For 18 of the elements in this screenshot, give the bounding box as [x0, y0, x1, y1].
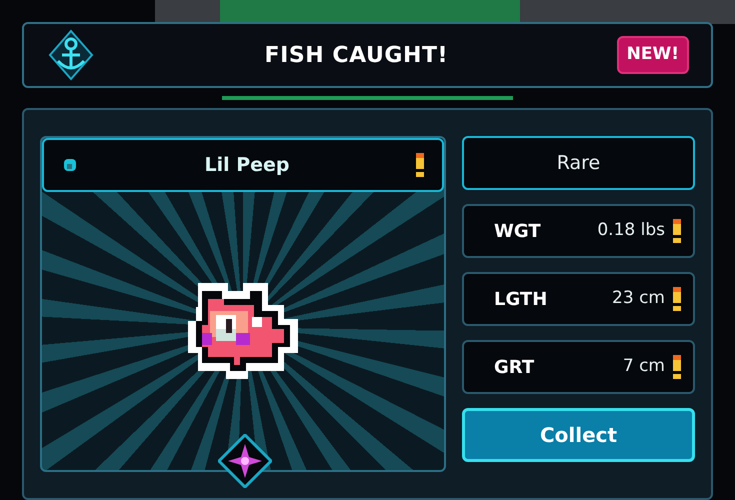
stat-value: 0.18 lbs [596, 219, 665, 242]
exclamation-icon [673, 219, 681, 243]
stat-label: GRT [494, 356, 534, 380]
stat-value: 7 cm [622, 355, 665, 378]
exclamation-icon [673, 287, 681, 311]
dialog-title: FISH CAUGHT! [264, 42, 450, 70]
stat-label: LGTH [494, 288, 548, 312]
fish-name: Lil Peep [203, 152, 291, 178]
gem-icon [62, 157, 78, 173]
rarity-label: Rare [462, 136, 695, 190]
new-badge: NEW! [616, 36, 689, 74]
anchor-icon [46, 29, 96, 81]
exclamation-icon [673, 355, 681, 379]
exclamation-icon [416, 153, 424, 177]
sparkle-gem-icon [218, 434, 272, 488]
stat-label: WGT [494, 220, 541, 244]
collect-button[interactable]: Collect [462, 408, 695, 462]
stat-value: 23 cm [611, 287, 665, 310]
